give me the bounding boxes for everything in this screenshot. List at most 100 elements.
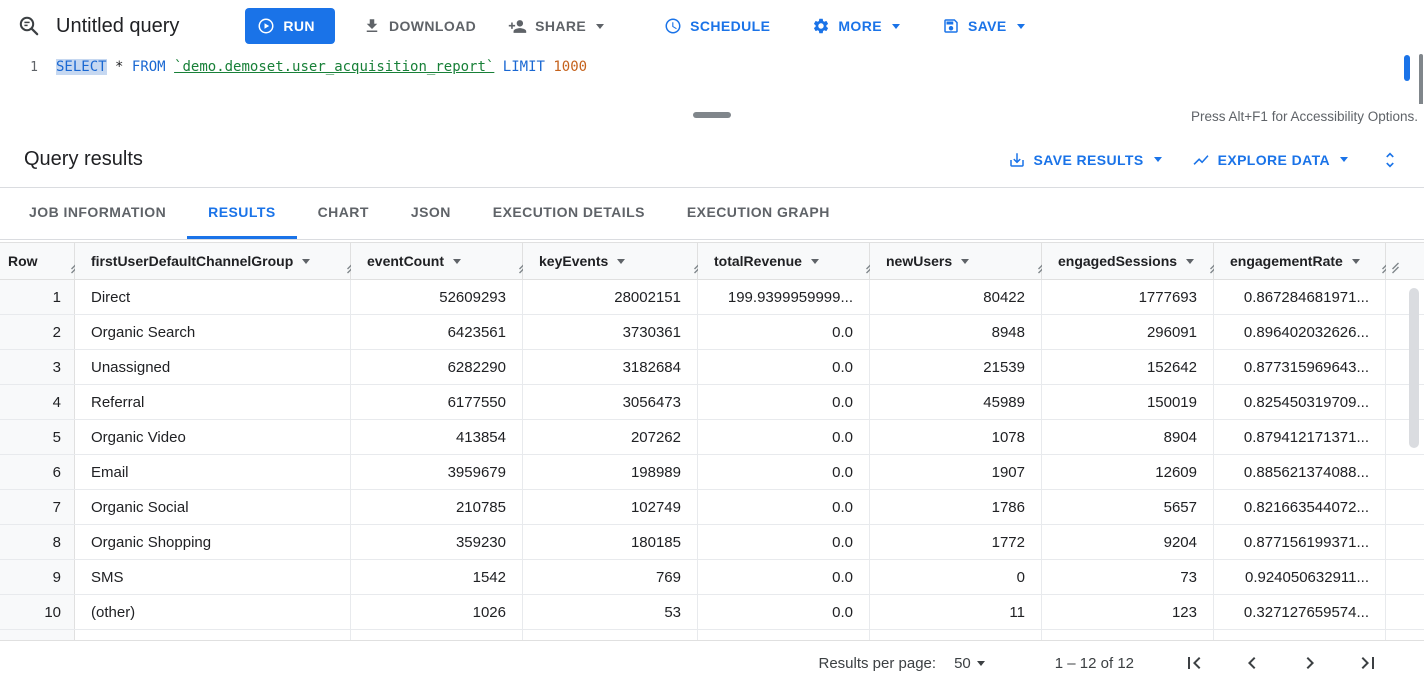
table-row: 4Referral617755030564730.0459891500190.8…: [0, 385, 1424, 420]
table-cell: 0.867284681971...: [1214, 280, 1386, 314]
table-cell: Paid Social: [75, 630, 351, 640]
sql-table-reference[interactable]: `demo.demoset.user_acquisition_report`: [174, 59, 494, 75]
more-button[interactable]: MORE: [804, 8, 908, 44]
results-actions: SAVE RESULTS EXPLORE DATA: [1008, 148, 1402, 172]
row-number-cell: 6: [0, 455, 75, 489]
table-row: 9SMS15427690.00730.924050632911...: [0, 560, 1424, 595]
save-results-button[interactable]: SAVE RESULTS: [1008, 151, 1162, 169]
table-scrollbar-thumb[interactable]: [1409, 288, 1419, 448]
save-icon: [942, 17, 960, 35]
sort-dropdown-icon[interactable]: [1186, 259, 1194, 264]
chevron-down-icon: [892, 24, 900, 29]
column-header-eventcount: eventCount: [351, 243, 523, 279]
table-cell: 199.9399959999...: [698, 280, 870, 314]
column-header-keyevents: keyEvents: [523, 243, 698, 279]
first-page-button[interactable]: [1180, 649, 1208, 677]
explore-data-button[interactable]: EXPLORE DATA: [1192, 151, 1348, 169]
download-label: DOWNLOAD: [389, 18, 476, 34]
table-cell: 0.0: [698, 490, 870, 524]
sort-dropdown-icon[interactable]: [453, 259, 461, 264]
run-button[interactable]: RUN: [245, 8, 335, 44]
table-cell: 207262: [523, 420, 698, 454]
row-number-cell: 11: [0, 630, 75, 640]
table-cell: 8948: [870, 315, 1042, 349]
row-number-cell: 7: [0, 490, 75, 524]
last-page-icon: [1356, 651, 1380, 675]
table-cell: 0.924050632911...: [1214, 560, 1386, 594]
tab-results[interactable]: RESULTS: [187, 188, 296, 239]
accessibility-hint: Press Alt+F1 for Accessibility Options.: [1191, 109, 1418, 124]
table-cell: 21539: [870, 350, 1042, 384]
table-cell: 1786: [870, 490, 1042, 524]
table-cell: 3182684: [523, 350, 698, 384]
row-number-cell: 8: [0, 525, 75, 559]
column-label: engagedSessions: [1058, 253, 1177, 269]
sort-dropdown-icon[interactable]: [961, 259, 969, 264]
column-header-firstuserdefaultchannelgroup: firstUserDefaultChannelGroup: [75, 243, 351, 279]
column-header-filler: [1386, 243, 1424, 279]
sql-editor[interactable]: 1 SELECT * FROM `demo.demoset.user_acqui…: [0, 52, 1424, 104]
share-button[interactable]: SHARE: [500, 8, 612, 44]
table-cell: 1772: [870, 525, 1042, 559]
chevron-right-icon: [1298, 651, 1322, 675]
first-page-icon: [1182, 651, 1206, 675]
sql-keyword-from: FROM: [132, 59, 166, 75]
sql-code-line[interactable]: SELECT * FROM `demo.demoset.user_acquisi…: [56, 52, 587, 104]
tab-chart[interactable]: CHART: [297, 188, 390, 239]
next-page-button[interactable]: [1296, 649, 1324, 677]
download-button[interactable]: DOWNLOAD: [355, 8, 484, 44]
gear-icon: [812, 17, 830, 35]
page-scrollbar-thumb[interactable]: [1419, 54, 1423, 106]
table-cell: 6282290: [351, 350, 523, 384]
run-label: RUN: [283, 18, 315, 34]
schedule-button[interactable]: SCHEDULE: [656, 8, 778, 44]
table-cell: 0.0: [698, 525, 870, 559]
sort-dropdown-icon[interactable]: [811, 259, 819, 264]
table-cell: 1078: [870, 420, 1042, 454]
table-row: 7Organic Social2107851027490.0178656570.…: [0, 490, 1424, 525]
table-cell: 45989: [870, 385, 1042, 419]
save-button[interactable]: SAVE: [934, 8, 1033, 44]
table-cell: 52609293: [351, 280, 523, 314]
tab-json[interactable]: JSON: [390, 188, 472, 239]
explore-data-label: EXPLORE DATA: [1218, 152, 1330, 168]
expand-results-button[interactable]: [1378, 148, 1402, 172]
table-cell: 53: [523, 595, 698, 629]
table-cell: 5657: [1042, 490, 1214, 524]
table-cell: 8904: [1042, 420, 1214, 454]
play-circle-icon: [257, 17, 275, 35]
resize-drag-handle[interactable]: [693, 112, 731, 118]
pagination-range: 1 – 12 of 12: [1055, 655, 1134, 672]
sql-limit-value: 1000: [553, 59, 587, 75]
table-cell: 907: [351, 630, 523, 640]
table-row: 1Direct5260929328002151199.9399959999...…: [0, 280, 1424, 315]
chevron-down-icon: [1340, 157, 1348, 162]
sql-keyword-select: SELECT: [56, 59, 107, 75]
schedule-label: SCHEDULE: [690, 18, 770, 34]
sort-dropdown-icon[interactable]: [1352, 259, 1360, 264]
sort-dropdown-icon[interactable]: [302, 259, 310, 264]
editor-scrollbar-thumb[interactable]: [1404, 55, 1410, 81]
table-cell: 0.877156199371...: [1214, 525, 1386, 559]
row-number-cell: 3: [0, 350, 75, 384]
table-cell: 0.327127659574...: [1214, 595, 1386, 629]
column-header-newusers: newUsers: [870, 243, 1042, 279]
column-label: totalRevenue: [714, 253, 802, 269]
column-resize-handle-icon[interactable]: [1391, 262, 1400, 274]
previous-page-button[interactable]: [1238, 649, 1266, 677]
tab-execution-graph[interactable]: EXECUTION GRAPH: [666, 188, 851, 239]
tab-execution-details[interactable]: EXECUTION DETAILS: [472, 188, 666, 239]
save-results-label: SAVE RESULTS: [1034, 152, 1144, 168]
results-per-page-label: Results per page:: [819, 655, 937, 672]
table-cell: 0: [870, 560, 1042, 594]
chevron-down-icon: [1154, 157, 1162, 162]
tab-job-information[interactable]: JOB INFORMATION: [8, 188, 187, 239]
table-cell: 0.0: [698, 385, 870, 419]
table-cell: 73: [1042, 560, 1214, 594]
sort-dropdown-icon[interactable]: [617, 259, 625, 264]
last-page-button[interactable]: [1354, 649, 1382, 677]
row-number-cell: 10: [0, 595, 75, 629]
table-cell: 0.0: [698, 595, 870, 629]
table-cell: 0.0: [698, 350, 870, 384]
page-size-dropdown[interactable]: 50: [954, 655, 985, 672]
